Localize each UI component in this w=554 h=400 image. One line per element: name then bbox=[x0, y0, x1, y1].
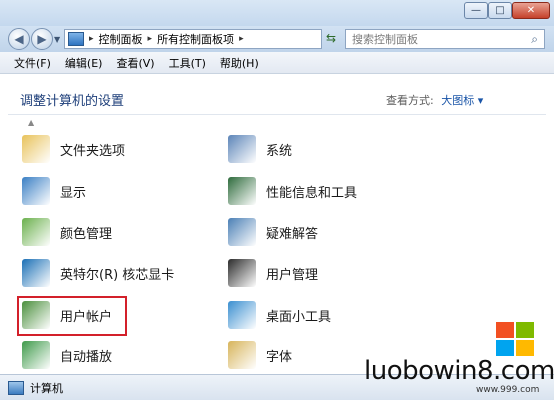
item-user-management[interactable]: 用户管理 bbox=[228, 256, 318, 290]
item-label: 显示 bbox=[60, 185, 87, 201]
menu-bar: 文件(F) 编辑(E) 查看(V) 工具(T) 帮助(H) bbox=[0, 52, 554, 74]
forward-arrow-icon: ▶ bbox=[37, 32, 47, 46]
autoplay-icon bbox=[22, 341, 50, 369]
item-system[interactable]: 系统 bbox=[228, 132, 292, 166]
item-folder-options[interactable]: 文件夹选项 bbox=[22, 132, 125, 166]
item-label: 用户管理 bbox=[266, 267, 319, 283]
navigation-bar: ◀ ▶ ▼ ▸ 控制面板 ▸ 所有控制面板项 ▸ ▼ ⇆ ⌕ bbox=[0, 26, 554, 52]
display-icon bbox=[22, 177, 50, 205]
breadcrumb-separator-icon[interactable]: ▸ bbox=[148, 34, 153, 44]
item-desktop-gadgets[interactable]: 桌面小工具 bbox=[228, 298, 331, 332]
scroll-up-icon[interactable]: ▲ bbox=[28, 118, 34, 127]
computer-icon bbox=[8, 380, 24, 395]
item-label: 字体 bbox=[266, 349, 293, 365]
item-label: 性能信息和工具 bbox=[266, 185, 358, 201]
breadcrumb-all-items[interactable]: 所有控制面板项 bbox=[157, 31, 234, 47]
menu-view[interactable]: 查看(V) bbox=[116, 55, 154, 71]
performance-icon bbox=[228, 177, 256, 205]
status-label: 计算机 bbox=[30, 381, 63, 395]
item-fonts[interactable]: 字体 bbox=[228, 338, 292, 372]
menu-tools[interactable]: 工具(T) bbox=[169, 55, 206, 71]
back-arrow-icon: ◀ bbox=[14, 32, 24, 46]
folder-options-icon bbox=[22, 135, 50, 163]
minimize-button[interactable]: — bbox=[464, 2, 488, 19]
control-panel-icon bbox=[68, 32, 84, 46]
watermark-subtext: www.999.com bbox=[476, 385, 540, 395]
user-management-icon bbox=[228, 259, 256, 287]
system-icon bbox=[228, 135, 256, 163]
fonts-icon bbox=[228, 341, 256, 369]
forward-button[interactable]: ▶ bbox=[31, 28, 53, 50]
item-autoplay[interactable]: 自动播放 bbox=[22, 338, 112, 372]
search-icon[interactable]: ⌕ bbox=[531, 32, 538, 47]
breadcrumb-separator-icon[interactable]: ▸ bbox=[239, 34, 244, 44]
refresh-icon[interactable]: ⇆ bbox=[326, 31, 336, 45]
troubleshooting-icon bbox=[228, 218, 256, 246]
item-label: 疑难解答 bbox=[266, 226, 319, 242]
recent-pages-dropdown[interactable]: ▼ bbox=[54, 35, 60, 44]
title-bar: — □ ✕ bbox=[0, 0, 554, 26]
item-label: 颜色管理 bbox=[60, 226, 113, 242]
back-button[interactable]: ◀ bbox=[8, 28, 30, 50]
desktop-gadgets-icon bbox=[228, 301, 256, 329]
view-by-label: 查看方式: bbox=[386, 94, 434, 107]
item-intel-graphics[interactable]: 英特尔(R) 核芯显卡 bbox=[22, 256, 174, 290]
item-troubleshooting[interactable]: 疑难解答 bbox=[228, 215, 318, 249]
item-label: 英特尔(R) 核芯显卡 bbox=[60, 267, 175, 283]
view-by: 查看方式: 大图标 ▾ bbox=[386, 92, 483, 108]
menu-edit[interactable]: 编辑(E) bbox=[65, 55, 103, 71]
item-label: 文件夹选项 bbox=[60, 143, 126, 159]
item-performance[interactable]: 性能信息和工具 bbox=[228, 174, 357, 208]
watermark-text: luobowin8.com bbox=[364, 356, 554, 386]
item-label: 桌面小工具 bbox=[266, 309, 332, 325]
item-color-management[interactable]: 颜色管理 bbox=[22, 215, 112, 249]
main-content: 调整计算机的设置 查看方式: 大图标 ▾ ▲ 文件夹选项 显示 颜色管理 英特尔… bbox=[8, 74, 546, 374]
address-bar[interactable]: ▸ 控制面板 ▸ 所有控制面板项 ▸ ▼ bbox=[64, 29, 382, 49]
menu-help[interactable]: 帮助(H) bbox=[220, 55, 259, 71]
menu-file[interactable]: 文件(F) bbox=[14, 55, 51, 71]
item-display[interactable]: 显示 bbox=[22, 174, 86, 208]
item-label: 自动播放 bbox=[60, 349, 113, 365]
close-button[interactable]: ✕ bbox=[512, 2, 550, 19]
search-input[interactable] bbox=[352, 32, 522, 46]
windows-logo bbox=[496, 322, 534, 356]
highlight-box bbox=[17, 296, 127, 336]
divider bbox=[8, 114, 546, 115]
intel-graphics-icon bbox=[22, 259, 50, 287]
color-management-icon bbox=[22, 218, 50, 246]
maximize-button[interactable]: □ bbox=[488, 2, 512, 19]
view-by-dropdown[interactable]: 大图标 ▾ bbox=[441, 94, 483, 107]
search-box[interactable]: ⌕ bbox=[345, 29, 545, 49]
breadcrumb-control-panel[interactable]: 控制面板 bbox=[99, 31, 143, 47]
breadcrumb-separator-icon[interactable]: ▸ bbox=[89, 34, 94, 44]
page-title: 调整计算机的设置 bbox=[20, 94, 125, 109]
item-label: 系统 bbox=[266, 143, 293, 159]
